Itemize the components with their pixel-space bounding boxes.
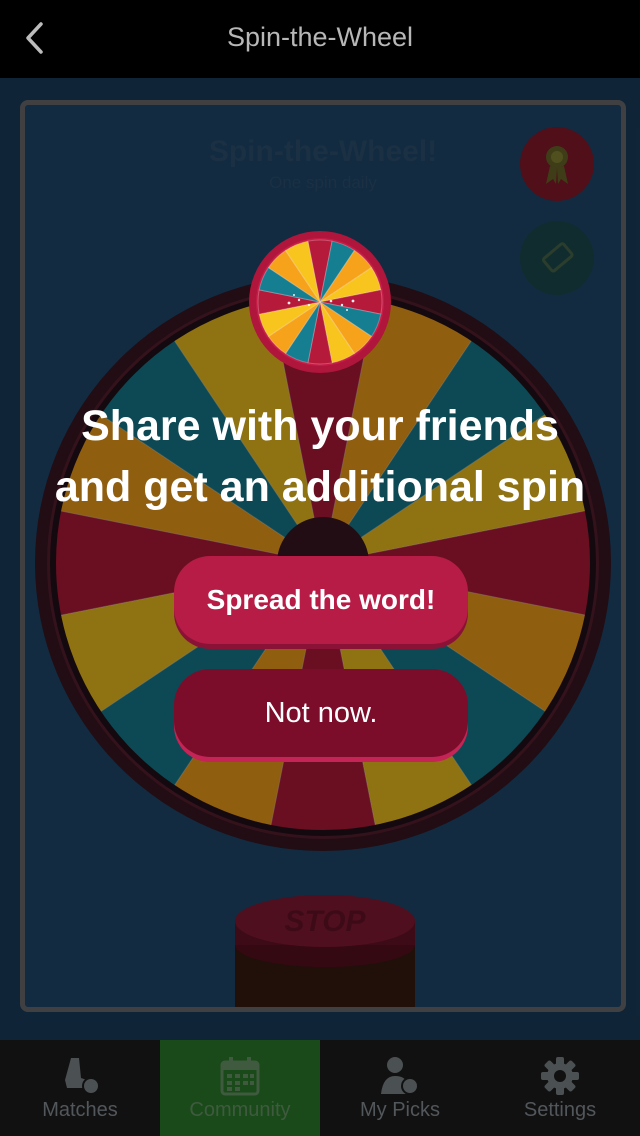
headline-line-2: and get an additional spin [54, 463, 586, 511]
tab-matches[interactable]: Matches [0, 1040, 160, 1136]
tab-bar: Matches Community My Picks Settings [0, 1040, 640, 1136]
tab-label: Settings [523, 1099, 597, 1121]
tab-settings[interactable]: Settings [480, 1040, 640, 1136]
soccer-cleat-icon [65, 1058, 100, 1095]
headline-line-1: Share with your friends [81, 402, 559, 450]
tab-my-picks[interactable]: My Picks [320, 1040, 480, 1136]
nav-bar: Spin-the-Wheel [0, 0, 640, 78]
page-title: Spin-the-Wheel [226, 22, 414, 52]
tab-label: My Picks [360, 1099, 440, 1121]
share-headline: Share with your friends and get an addit… [0, 396, 640, 518]
gear-icon [541, 1057, 579, 1095]
not-now-button[interactable]: Not now. [174, 669, 468, 757]
spread-the-word-button[interactable]: Spread the word! [174, 556, 468, 644]
calendar-icon [220, 1057, 260, 1096]
tab-label: Matches [42, 1099, 118, 1121]
mini-wheel-icon [249, 231, 391, 373]
tab-label: Community [189, 1099, 291, 1121]
tab-community[interactable]: Community [160, 1040, 320, 1136]
player-ball-icon [381, 1057, 419, 1095]
